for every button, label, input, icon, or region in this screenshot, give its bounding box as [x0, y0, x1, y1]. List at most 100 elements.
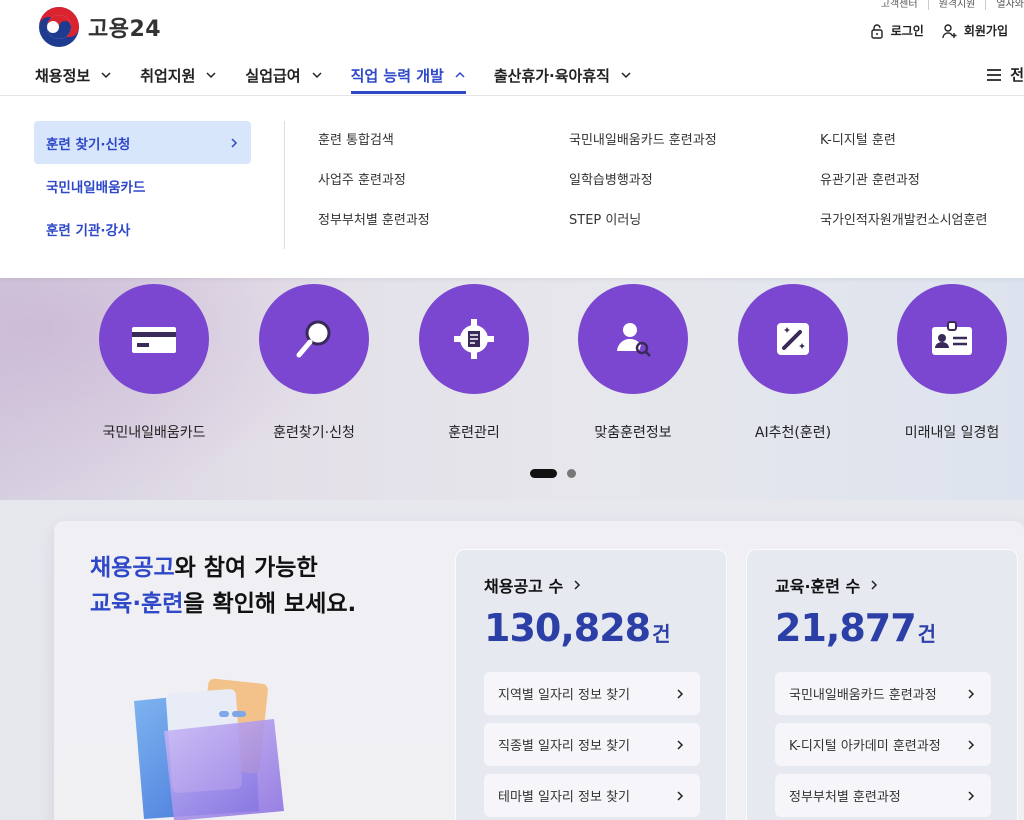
id-badge-icon [932, 321, 972, 355]
carousel-dot[interactable] [567, 469, 576, 478]
dropdown-link[interactable]: 훈련 통합검색 [318, 129, 569, 149]
stats-panel: 채용공고와 참여 가능한 교육·훈련을 확인해 보세요. 채용공고 수 130,… [54, 521, 1024, 820]
nav-item-parental-leave[interactable]: 출산휴가·육아휴직 [494, 60, 632, 90]
job-postings-card: 채용공고 수 130,828 건 지역별 일자리 정보 찾기 직종별 일자리 정… [455, 549, 727, 820]
site-logo[interactable]: 고용24 [38, 6, 161, 48]
side-item-label: 훈련 찾기·신청 [46, 136, 131, 153]
nav-label: 직업 능력 개발 [350, 66, 444, 85]
quick-label: AI추천(훈련) [754, 425, 832, 441]
dropdown-link[interactable]: 국가인적자원개발컨소시엄훈련 [820, 209, 1024, 229]
count-unit: 건 [917, 622, 937, 646]
quick-item-custom-training[interactable]: 맞춤훈련정보 [553, 284, 713, 442]
quick-item-training-search[interactable]: 훈련찾기·신청 [234, 284, 394, 442]
dropdown-divider [284, 121, 285, 249]
quick-item-ai-recommend[interactable]: AI추천(훈련) [713, 284, 873, 442]
side-item-learning-card[interactable]: 국민내일배움카드 [34, 164, 251, 207]
dropdown-link[interactable]: STEP 이러닝 [569, 209, 820, 229]
quick-label: 국민내일배움카드 [102, 425, 206, 441]
login-button[interactable]: 로그인 [869, 22, 924, 39]
card-link-button[interactable]: K-디지털 아카데미 훈련과정 [775, 723, 991, 766]
side-item-training-institution[interactable]: 훈련 기관·강사 [34, 207, 251, 250]
quick-circle[interactable] [578, 284, 688, 394]
quick-label: 미래내일 일경험 [904, 425, 1000, 441]
all-menu-button[interactable]: 전 [986, 64, 1024, 85]
chevron-down-icon [312, 72, 322, 79]
training-count-title-link[interactable]: 교육·훈련 수 [775, 573, 879, 597]
taegeuk-logo-icon [39, 7, 79, 47]
job-postings-links: 지역별 일자리 정보 찾기 직종별 일자리 정보 찾기 테마별 일자리 정보 찾… [484, 672, 700, 817]
quick-circle[interactable] [99, 284, 209, 394]
card-link-label: K-디지털 아카데미 훈련과정 [789, 739, 941, 754]
signup-button[interactable]: 회원가입 [942, 22, 1008, 39]
card-link-button[interactable]: 테마별 일자리 정보 찾기 [484, 774, 700, 817]
nav-item-jobs[interactable]: 채용정보 [35, 60, 112, 90]
card-link-button[interactable]: 지역별 일자리 정보 찾기 [484, 672, 700, 715]
card-link-button[interactable]: 직종별 일자리 정보 찾기 [484, 723, 700, 766]
count-number: 21,877 [775, 606, 917, 650]
quick-item-training-management[interactable]: 훈련관리 [394, 284, 554, 442]
card-link-button[interactable]: 정부부처별 훈련과정 [775, 774, 991, 817]
util-link-customer-center[interactable]: 고객센터 [881, 0, 918, 10]
carousel-dot-active[interactable] [530, 469, 557, 478]
card-link-button[interactable]: 국민내일배움카드 훈련과정 [775, 672, 991, 715]
card-link-label: 정부부처별 훈련과정 [789, 790, 901, 805]
quick-label: 맞춤훈련정보 [594, 425, 672, 441]
training-count: 21,877 건 [775, 606, 936, 650]
util-link-other[interactable]: 열자와 [985, 0, 1024, 10]
hamburger-icon [987, 68, 1002, 81]
dropdown-link[interactable]: 사업주 훈련과정 [318, 169, 569, 189]
quick-item-work-experience[interactable]: 미래내일 일경험 [872, 284, 1024, 442]
side-item-training-search[interactable]: 훈련 찾기·신청 [34, 121, 251, 164]
chevron-down-icon [206, 72, 216, 79]
quick-circle[interactable] [897, 284, 1007, 394]
util-link-remote-support[interactable]: 원격지원 [927, 0, 975, 10]
magic-wand-icon [777, 323, 809, 355]
card-icon [132, 327, 176, 353]
training-links: 국민내일배움카드 훈련과정 K-디지털 아카데미 훈련과정 정부부처별 훈련과정 [775, 672, 991, 817]
chevron-right-icon [871, 580, 878, 590]
quick-menu: 국민내일배움카드 훈련찾기·신청 훈련관리 맞춤훈련정보 AI추천(훈련) 미래… [0, 284, 1024, 484]
main-navigation: 채용정보 취업지원 실업급여 직업 능력 개발 출산휴가·육아휴직 [35, 60, 632, 96]
quick-circle[interactable] [419, 284, 529, 394]
chevron-right-icon [231, 137, 238, 148]
quick-item-learning-card[interactable]: 국민내일배움카드 [74, 284, 234, 442]
headline-highlight: 채용공고 [90, 555, 175, 581]
chevron-right-icon [677, 739, 684, 750]
nav-item-unemployment-benefit[interactable]: 실업급여 [245, 60, 322, 90]
nav-label: 채용정보 [35, 66, 91, 85]
chevron-up-icon [455, 71, 465, 78]
quick-circle[interactable] [738, 284, 848, 394]
person-search-icon [617, 323, 651, 357]
card-link-label: 테마별 일자리 정보 찾기 [498, 790, 630, 805]
lock-icon [871, 23, 883, 39]
dropdown-link-grid: 훈련 통합검색 국민내일배움카드 훈련과정 K-디지털 훈련 사업주 훈련과정 … [318, 129, 1024, 229]
dropdown-link[interactable]: 유관기관 훈련과정 [820, 169, 1024, 189]
utility-links: 고객센터 원격지원 열자와 [881, 0, 1024, 10]
nav-item-employment-support[interactable]: 취업지원 [140, 60, 217, 90]
all-menu-label: 전 [1010, 66, 1024, 84]
chevron-right-icon [677, 790, 684, 801]
quick-label: 훈련찾기·신청 [273, 425, 355, 441]
training-count-card: 교육·훈련 수 21,877 건 국민내일배움카드 훈련과정 K-디지털 아카데… [746, 549, 1018, 820]
dropdown-link[interactable]: 국민내일배움카드 훈련과정 [569, 129, 820, 149]
job-postings-title-link[interactable]: 채용공고 수 [484, 573, 582, 597]
dropdown-link[interactable]: 정부부처별 훈련과정 [318, 209, 569, 229]
count-unit: 건 [652, 622, 671, 646]
card-link-label: 지역별 일자리 정보 찾기 [498, 688, 630, 703]
card-title: 채용공고 수 [484, 577, 564, 596]
nav-item-vocational-training[interactable]: 직업 능력 개발 [350, 60, 467, 94]
hero-banner: 국민내일배움카드 훈련찾기·신청 훈련관리 맞춤훈련정보 AI추천(훈련) 미래… [0, 278, 1024, 528]
job-postings-count: 130,828 건 [484, 606, 670, 650]
quick-circle[interactable] [259, 284, 369, 394]
dropdown-link[interactable]: 일학습병행과정 [569, 169, 820, 189]
section-headline: 채용공고와 참여 가능한 교육·훈련을 확인해 보세요. [90, 550, 356, 622]
headline-highlight: 교육·훈련 [90, 591, 184, 617]
gear-document-icon [454, 319, 494, 359]
site-header: 고객센터 원격지원 열자와 고용24 로그인 회원가입 채용정보 취업지원 실업… [0, 0, 1024, 96]
chevron-right-icon [968, 739, 975, 750]
chevron-right-icon [574, 580, 581, 590]
dropdown-side-menu: 훈련 찾기·신청 국민내일배움카드 훈련 기관·강사 [34, 121, 251, 250]
side-item-label: 국민내일배움카드 [46, 179, 146, 196]
dropdown-link[interactable]: K-디지털 훈련 [820, 129, 1024, 149]
login-label: 로그인 [890, 24, 924, 38]
